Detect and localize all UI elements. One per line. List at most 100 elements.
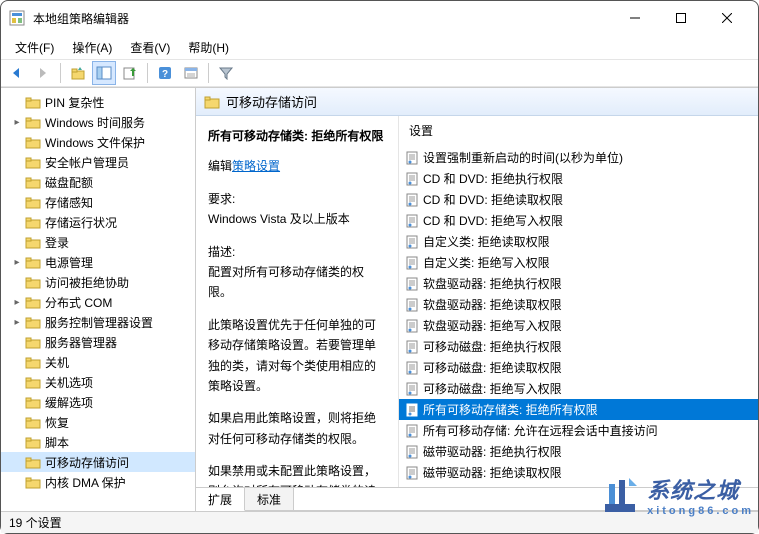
export-button[interactable] [118, 61, 142, 85]
tree-item[interactable]: 访问被拒绝协助 [1, 272, 195, 292]
policy-icon [405, 403, 419, 417]
policy-icon [405, 277, 419, 291]
maximize-button[interactable] [658, 3, 704, 33]
tree-item[interactable]: 存储运行状况 [1, 212, 195, 232]
menu-action[interactable]: 操作(A) [64, 37, 120, 58]
settings-item[interactable]: CD 和 DVD: 拒绝写入权限 [399, 210, 758, 231]
settings-item[interactable]: 软盘驱动器: 拒绝写入权限 [399, 315, 758, 336]
tree-item[interactable]: 存储感知 [1, 192, 195, 212]
policy-icon [405, 382, 419, 396]
settings-item-label: 可移动磁盘: 拒绝执行权限 [423, 338, 562, 355]
settings-item-label: 可移动磁盘: 拒绝写入权限 [423, 380, 562, 397]
back-button[interactable] [5, 61, 29, 85]
description-para3: 如果禁用或未配置此策略设置，则允许对所有可移动存储类的读写权限。 [208, 461, 386, 487]
settings-item[interactable]: 磁带驱动器: 拒绝读取权限 [399, 462, 758, 483]
settings-item-label: 磁带驱动器: 拒绝执行权限 [423, 443, 562, 460]
tree-item[interactable]: ▸Windows 时间服务 [1, 112, 195, 132]
settings-item[interactable]: 软盘驱动器: 拒绝读取权限 [399, 294, 758, 315]
tree-item[interactable]: 恢复 [1, 412, 195, 432]
forward-button[interactable] [31, 61, 55, 85]
tree-item-label: 电源管理 [45, 254, 93, 271]
settings-item[interactable]: 所有可移动存储类: 拒绝所有权限 [399, 399, 758, 420]
folder-icon [25, 156, 41, 169]
tree-item[interactable]: 服务器管理器 [1, 332, 195, 352]
expand-icon[interactable]: ▸ [11, 297, 23, 308]
menubar: 文件(F) 操作(A) 查看(V) 帮助(H) [1, 35, 758, 59]
requirements-label: 要求: [208, 192, 235, 206]
settings-item-label: 自定义类: 拒绝写入权限 [423, 254, 550, 271]
description-para2: 如果启用此策略设置，则将拒绝对任何可移动存储类的权限。 [208, 408, 386, 449]
properties-button[interactable] [179, 61, 203, 85]
folder-icon [25, 396, 41, 409]
help-button[interactable]: ? [153, 61, 177, 85]
tree-item[interactable]: Windows 文件保护 [1, 132, 195, 152]
titlebar: 本地组策略编辑器 [1, 1, 758, 35]
filter-button[interactable] [214, 61, 238, 85]
tree-item[interactable]: 关机选项 [1, 372, 195, 392]
settings-item[interactable]: 所有可移动存储: 允许在远程会话中直接访问 [399, 420, 758, 441]
settings-item-label: CD 和 DVD: 拒绝读取权限 [423, 191, 563, 208]
settings-item[interactable]: 可移动磁盘: 拒绝读取权限 [399, 357, 758, 378]
settings-item[interactable]: 自定义类: 拒绝写入权限 [399, 252, 758, 273]
tab-extended[interactable]: 扩展 [196, 488, 245, 511]
expand-icon[interactable]: ▸ [11, 117, 23, 128]
tree-item[interactable]: 关机 [1, 352, 195, 372]
folder-icon [25, 296, 41, 309]
expand-icon[interactable]: ▸ [11, 257, 23, 268]
settings-item-label: CD 和 DVD: 拒绝写入权限 [423, 212, 563, 229]
detail-column: 所有可移动存储类: 拒绝所有权限 编辑策略设置 要求:Windows Vista… [196, 116, 398, 487]
toolbar: ? [1, 59, 758, 87]
tree-item[interactable]: ▸ 电源管理 [1, 252, 195, 272]
policy-icon [405, 151, 419, 165]
tree-item[interactable]: PIN 复杂性 [1, 92, 195, 112]
folder-icon [25, 356, 41, 369]
menu-view[interactable]: 查看(V) [122, 37, 178, 58]
settings-item-label: 软盘驱动器: 拒绝读取权限 [423, 296, 562, 313]
expand-icon[interactable]: ▸ [11, 317, 23, 328]
show-hide-tree-button[interactable] [92, 61, 116, 85]
settings-list: 设置 设置强制重新启动的时间(以秒为单位) CD 和 DVD: 拒绝执行权限 CD … [398, 116, 758, 487]
tree-item[interactable]: 缓解选项 [1, 392, 195, 412]
tree-item[interactable]: 登录 [1, 232, 195, 252]
menu-file[interactable]: 文件(F) [7, 37, 62, 58]
settings-item[interactable]: 可移动磁盘: 拒绝执行权限 [399, 336, 758, 357]
folder-icon [25, 456, 41, 469]
folder-icon [25, 376, 41, 389]
tab-standard[interactable]: 标准 [245, 488, 294, 511]
settings-item[interactable]: 磁带驱动器: 拒绝执行权限 [399, 441, 758, 462]
tree-item[interactable]: 磁盘配额 [1, 172, 195, 192]
folder-icon [25, 116, 41, 129]
settings-item[interactable]: CD 和 DVD: 拒绝执行权限 [399, 168, 758, 189]
pane-title: 可移动存储访问 [226, 92, 317, 111]
tree-item-label: 服务器管理器 [45, 334, 117, 351]
settings-item[interactable]: 设置强制重新启动的时间(以秒为单位) [399, 147, 758, 168]
settings-item-label: 软盘驱动器: 拒绝写入权限 [423, 317, 562, 334]
tree-item[interactable]: 安全帐户管理员 [1, 152, 195, 172]
settings-item[interactable]: 自定义类: 拒绝读取权限 [399, 231, 758, 252]
svg-text:?: ? [162, 69, 168, 80]
tree-item[interactable]: ▸服务控制管理器设置 [1, 312, 195, 332]
folder-icon [25, 436, 41, 449]
up-button[interactable] [66, 61, 90, 85]
minimize-button[interactable] [612, 3, 658, 33]
policy-icon [405, 256, 419, 270]
folder-icon [204, 95, 220, 109]
folder-icon [25, 196, 41, 209]
policy-icon [405, 298, 419, 312]
menu-help[interactable]: 帮助(H) [180, 37, 237, 58]
settings-column-header[interactable]: 设置 [399, 116, 758, 147]
folder-icon [25, 416, 41, 429]
settings-item[interactable]: CD 和 DVD: 拒绝读取权限 [399, 189, 758, 210]
tree-item[interactable]: 内核 DMA 保护 [1, 472, 195, 492]
settings-item[interactable]: 可移动磁盘: 拒绝写入权限 [399, 378, 758, 399]
settings-item-label: 可移动磁盘: 拒绝读取权限 [423, 359, 562, 376]
settings-item-label: CD 和 DVD: 拒绝执行权限 [423, 170, 563, 187]
tree-item[interactable]: 可移动存储访问 [1, 452, 195, 472]
tree-pane[interactable]: PIN 复杂性▸Windows 时间服务Windows 文件保护安全帐户管理员磁… [1, 88, 196, 511]
tree-item[interactable]: ▸分布式 COM [1, 292, 195, 312]
tree-item[interactable]: 脚本 [1, 432, 195, 452]
edit-policy-link[interactable]: 策略设置 [232, 159, 280, 173]
settings-item[interactable]: 软盘驱动器: 拒绝执行权限 [399, 273, 758, 294]
close-button[interactable] [704, 3, 750, 33]
policy-icon [405, 319, 419, 333]
